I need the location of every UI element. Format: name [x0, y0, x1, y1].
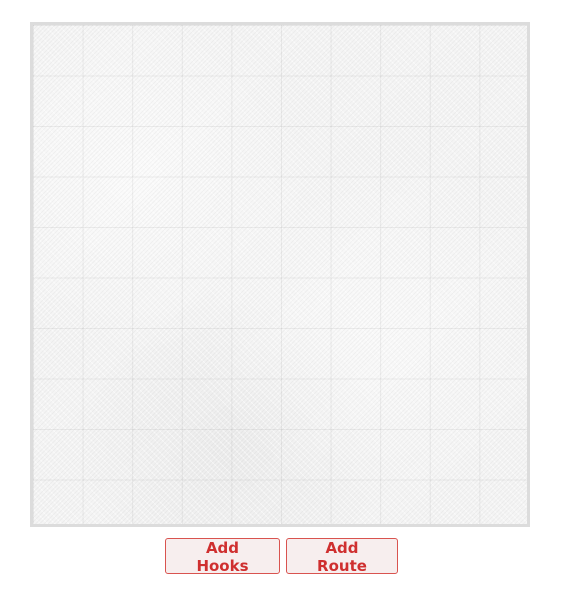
add-hooks-button[interactable]: Add Hooks [165, 538, 280, 575]
climbing-wall-canvas[interactable] [30, 22, 530, 527]
add-route-button[interactable]: Add Route [286, 538, 398, 575]
wall-grid [33, 25, 527, 524]
wall-controls: Add Hooks Add Route [0, 538, 561, 575]
